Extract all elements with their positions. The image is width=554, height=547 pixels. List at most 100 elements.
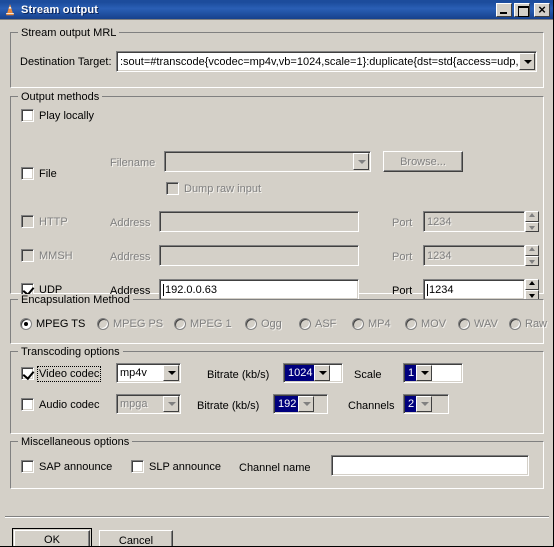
radio-indicator-mp4[interactable] (352, 318, 364, 330)
http-port-spin-down[interactable] (525, 221, 539, 232)
radio-label-asf[interactable]: ASF (315, 318, 336, 330)
filename-combo[interactable] (164, 151, 371, 172)
cancel-button[interactable]: Cancel (99, 530, 173, 546)
dump-raw-input-label[interactable]: Dump raw input (184, 183, 261, 195)
video-bitrate-combo[interactable]: 1024 (283, 363, 343, 383)
chevron-down-icon[interactable] (163, 396, 179, 412)
file-checkbox[interactable] (21, 167, 34, 180)
radio-mp4[interactable]: MP4 (352, 318, 391, 330)
radio-indicator-raw[interactable] (509, 318, 521, 330)
radio-label-mpeg-ps[interactable]: MPEG PS (113, 318, 163, 330)
radio-label-mov[interactable]: MOV (421, 318, 446, 330)
destination-target-value[interactable]: :sout=#transcode{vcodec=mp4v,vb=1024,sca… (117, 52, 519, 71)
radio-label-mpeg-ts[interactable]: MPEG TS (36, 318, 85, 330)
radio-indicator-wav[interactable] (458, 318, 470, 330)
file-label[interactable]: File (39, 168, 57, 180)
play-locally-row[interactable]: Play locally (21, 109, 94, 122)
audio-codec-value[interactable]: mpga (117, 395, 163, 413)
radio-mpeg-ps[interactable]: MPEG PS (97, 318, 163, 330)
udp-port-input[interactable]: 1234 (423, 279, 525, 300)
browse-button[interactable]: Browse... (383, 151, 463, 172)
radio-ogg[interactable]: Ogg (245, 318, 282, 330)
udp-address-input[interactable]: 192.0.0.63 (159, 279, 359, 300)
radio-indicator-mpeg-ps[interactable] (97, 318, 109, 330)
maximize-icon[interactable] (514, 2, 530, 17)
radio-wav[interactable]: WAV (458, 318, 498, 330)
scale-combo[interactable]: 1 (403, 363, 463, 383)
udp-port-spin-up[interactable] (525, 279, 539, 290)
http-checkbox[interactable] (21, 215, 34, 228)
dump-raw-input-row[interactable]: Dump raw input (166, 182, 261, 195)
radio-mov[interactable]: MOV (405, 318, 446, 330)
mmsh-port-spin-up[interactable] (525, 245, 539, 256)
radio-indicator-asf[interactable] (299, 318, 311, 330)
sap-announce-row[interactable]: SAP announce (21, 460, 112, 473)
dump-raw-input-checkbox[interactable] (166, 182, 179, 195)
radio-label-mpeg-1[interactable]: MPEG 1 (190, 318, 232, 330)
http-row[interactable]: HTTP (21, 215, 68, 228)
mmsh-address-input[interactable] (159, 245, 359, 266)
audio-codec-combo[interactable]: mpga (116, 394, 181, 414)
audio-bitrate-combo[interactable]: 192 (273, 394, 328, 414)
sap-announce-checkbox[interactable] (21, 460, 34, 473)
radio-label-raw[interactable]: Raw (525, 318, 547, 330)
chevron-down-icon[interactable] (298, 396, 315, 412)
chevron-down-icon[interactable] (163, 365, 179, 381)
destination-target-combo[interactable]: :sout=#transcode{vcodec=mp4v,vb=1024,sca… (116, 51, 537, 72)
filename-value[interactable] (165, 152, 353, 171)
video-codec-label[interactable]: Video codec (36, 365, 102, 382)
radio-asf[interactable]: ASF (299, 318, 336, 330)
channel-name-input[interactable] (331, 455, 529, 476)
minimize-icon[interactable] (496, 2, 512, 17)
radio-label-wav[interactable]: WAV (474, 318, 498, 330)
mmsh-port-input[interactable]: 1234 (423, 245, 525, 266)
slp-announce-label[interactable]: SLP announce (149, 461, 221, 473)
http-address-input[interactable] (159, 211, 359, 232)
video-codec-checkbox[interactable] (21, 367, 34, 380)
audio-codec-checkbox[interactable] (21, 398, 34, 411)
channels-combo[interactable]: 2 (403, 394, 449, 414)
close-icon[interactable] (534, 1, 550, 19)
sap-announce-label[interactable]: SAP announce (39, 461, 112, 473)
chevron-down-icon[interactable] (519, 53, 535, 70)
video-codec-row[interactable]: Video codec (21, 365, 102, 382)
radio-label-mp4[interactable]: MP4 (368, 318, 391, 330)
mmsh-port-spinner[interactable] (525, 245, 539, 266)
radio-indicator-mpeg-ts[interactable] (20, 318, 32, 330)
play-locally-checkbox[interactable] (21, 109, 34, 122)
audio-codec-label[interactable]: Audio codec (39, 399, 100, 411)
http-port-input[interactable]: 1234 (423, 211, 525, 232)
file-row[interactable]: File (21, 167, 57, 180)
chevron-down-icon[interactable] (416, 396, 433, 412)
video-codec-combo[interactable]: mp4v (116, 363, 181, 383)
http-label[interactable]: HTTP (39, 216, 68, 228)
audio-bitrate-value[interactable]: 192 (275, 396, 299, 412)
http-port-spin-up[interactable] (525, 211, 539, 222)
mmsh-label[interactable]: MMSH (39, 250, 73, 262)
radio-raw[interactable]: Raw (509, 318, 547, 330)
video-codec-value[interactable]: mp4v (117, 364, 163, 382)
mmsh-checkbox[interactable] (21, 249, 34, 262)
mmsh-row[interactable]: MMSH (21, 249, 73, 262)
slp-announce-row[interactable]: SLP announce (131, 460, 221, 473)
chevron-down-icon[interactable] (416, 365, 433, 381)
audio-codec-row[interactable]: Audio codec (21, 398, 100, 411)
udp-port-spinner[interactable] (525, 279, 539, 300)
chevron-down-icon[interactable] (314, 365, 331, 381)
http-port-spinner[interactable] (525, 211, 539, 232)
video-bitrate-value[interactable]: 1024 (285, 365, 315, 381)
radio-mpeg-1[interactable]: MPEG 1 (174, 318, 232, 330)
ok-button[interactable]: OK (12, 528, 92, 546)
chevron-down-icon[interactable] (353, 153, 369, 170)
mmsh-port-spin-down[interactable] (525, 255, 539, 266)
radio-indicator-mpeg-1[interactable] (174, 318, 186, 330)
play-locally-label[interactable]: Play locally (39, 110, 94, 122)
channels-value[interactable]: 2 (405, 396, 417, 412)
scale-value[interactable]: 1 (405, 365, 417, 381)
radio-mpeg-ts[interactable]: MPEG TS (20, 318, 85, 330)
slp-announce-checkbox[interactable] (131, 460, 144, 473)
radio-label-ogg[interactable]: Ogg (261, 318, 282, 330)
title-bar[interactable]: Stream output (0, 0, 553, 20)
radio-indicator-mov[interactable] (405, 318, 417, 330)
radio-indicator-ogg[interactable] (245, 318, 257, 330)
